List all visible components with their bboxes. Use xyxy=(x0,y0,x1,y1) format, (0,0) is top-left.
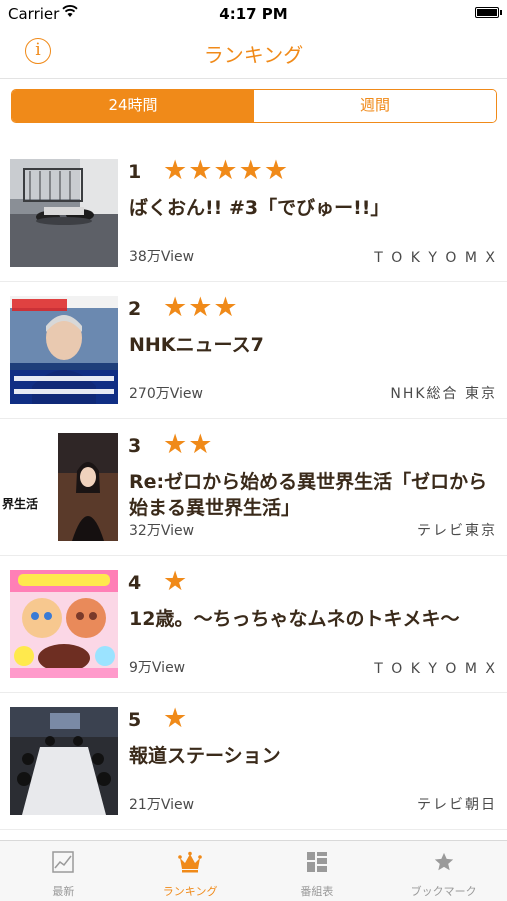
period-segmented-control: 24時間 週間 xyxy=(11,89,497,123)
thumbnail-image xyxy=(10,159,118,267)
rank-number: 4 xyxy=(128,572,142,594)
tab-schedule[interactable]: 番組表 xyxy=(254,841,381,901)
tab-label: ランキング xyxy=(162,885,218,898)
rank-number: 3 xyxy=(128,435,142,457)
rank-number: 1 xyxy=(128,161,142,183)
channel-name: T O K Y O M X xyxy=(374,661,497,677)
program-title: Re:ゼロから始める異世界生活「ゼロから始まる異世界生活」 xyxy=(129,471,488,519)
chart-icon xyxy=(52,851,75,873)
star-icon xyxy=(434,852,453,871)
view-count: 270万View xyxy=(129,386,203,402)
tab-bookmark[interactable]: ブックマーク xyxy=(380,841,507,901)
star-rating: ★★★★★ xyxy=(163,155,290,186)
thumbnail-image xyxy=(10,707,118,815)
star-rating: ★ xyxy=(163,566,189,597)
view-count: 21万View xyxy=(129,797,195,813)
thumbnail-image: 界生活 xyxy=(0,433,118,541)
program-title: NHKニュース7 xyxy=(129,334,264,356)
channel-name: T O K Y O M X xyxy=(374,250,497,266)
thumbnail-image xyxy=(10,296,118,404)
ranking-row[interactable]: 界生活 3 ★★ Re:ゼロから始める異世界生活「ゼロから始まる異世界生活」 3… xyxy=(0,419,507,556)
channel-name: NHK総合 東京 xyxy=(390,386,497,402)
tab-label: 最新 xyxy=(52,885,75,898)
star-rating: ★ xyxy=(163,703,189,734)
view-count: 38万View xyxy=(129,249,195,265)
status-bar: Carrier 4:17 PM xyxy=(0,0,507,28)
segment-24h[interactable]: 24時間 xyxy=(12,90,254,122)
tab-latest[interactable]: 最新 xyxy=(0,841,127,901)
tab-label: 番組表 xyxy=(300,885,334,898)
program-title: ばくおん!! #3「でびゅー!!」 xyxy=(129,197,390,219)
view-count: 9万View xyxy=(129,660,186,676)
star-rating: ★★ xyxy=(163,429,214,460)
channel-name: テレビ東京 xyxy=(417,523,497,539)
battery-icon xyxy=(475,7,502,18)
page-title: ランキング xyxy=(203,43,304,67)
ranking-list: 1 ★★★★★ ばくおん!! #3「でびゅー!!」 38万View T O K … xyxy=(0,145,507,830)
rank-number: 2 xyxy=(128,298,142,320)
program-title: 12歳。〜ちっちゃなムネのトキメキ〜 xyxy=(129,608,460,630)
rank-number: 5 xyxy=(128,709,142,731)
thumbnail-caption: 界生活 xyxy=(2,497,39,511)
ranking-row[interactable]: 4 ★ 12歳。〜ちっちゃなムネのトキメキ〜 9万View T O K Y O … xyxy=(0,556,507,693)
ranking-row[interactable]: 5 ★ 報道ステーション 21万View テレビ朝日 xyxy=(0,693,507,830)
program-title: 報道ステーション xyxy=(129,745,281,767)
nav-bar: i ランキング xyxy=(0,28,507,79)
channel-name: テレビ朝日 xyxy=(417,797,497,813)
status-time: 4:17 PM xyxy=(219,5,288,23)
tab-bar: 最新 ランキング 番組表 ブックマーク xyxy=(0,840,507,901)
crown-icon xyxy=(178,851,202,873)
ranking-row[interactable]: 2 ★★★ NHKニュース7 270万View NHK総合 東京 xyxy=(0,282,507,419)
star-rating: ★★★ xyxy=(163,292,239,323)
segment-weekly[interactable]: 週間 xyxy=(254,90,496,122)
grid-icon xyxy=(306,852,327,872)
ranking-row[interactable]: 1 ★★★★★ ばくおん!! #3「でびゅー!!」 38万View T O K … xyxy=(0,145,507,282)
tab-label: ブックマーク xyxy=(410,885,477,898)
tab-ranking[interactable]: ランキング xyxy=(127,841,254,901)
view-count: 32万View xyxy=(129,523,195,539)
thumbnail-image xyxy=(10,570,118,678)
